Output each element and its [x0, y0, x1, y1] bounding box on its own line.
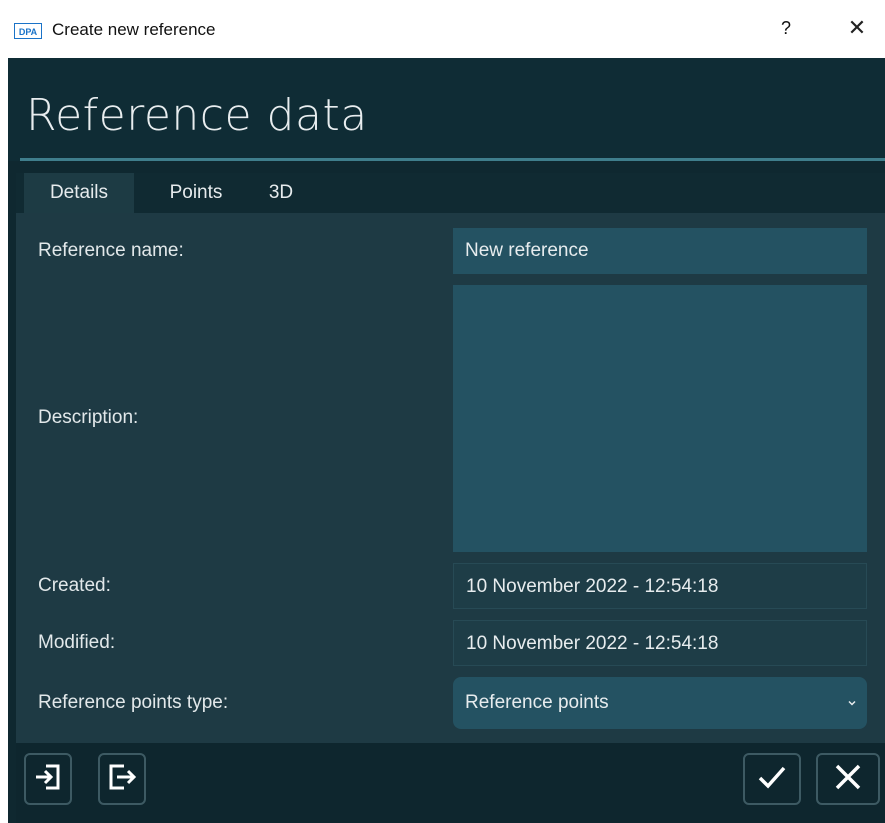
header: Reference data — [8, 58, 885, 161]
reference-points-type-value: Reference points — [465, 692, 609, 713]
created-label: Created: — [38, 575, 111, 596]
app-logo: DPA — [14, 23, 42, 39]
tab-details[interactable]: Details — [24, 173, 134, 213]
export-button[interactable] — [98, 753, 146, 805]
ok-button[interactable] — [743, 753, 801, 805]
chevron-down-icon — [847, 677, 857, 729]
export-icon — [106, 761, 138, 797]
header-divider — [20, 158, 885, 161]
footer-toolbar — [16, 743, 885, 823]
page-title: Reference data — [26, 90, 368, 141]
modified-label: Modified: — [38, 632, 116, 653]
reference-points-type-label: Reference points type: — [38, 692, 229, 713]
reference-points-type-select[interactable]: Reference points — [453, 677, 867, 729]
reference-dialog: Reference data Details Points 3D Referen… — [8, 58, 885, 823]
import-button[interactable] — [24, 753, 72, 805]
window-title: Create new reference — [52, 20, 216, 39]
window-titlebar: DPA Create new reference ? ✕ — [0, 0, 885, 58]
checkmark-icon — [755, 760, 789, 798]
description-textarea[interactable] — [453, 285, 867, 552]
window-close-button[interactable]: ✕ — [846, 16, 868, 41]
tab-points[interactable]: Points — [146, 173, 246, 213]
tab-3d[interactable]: 3D — [256, 173, 306, 213]
cancel-button[interactable] — [816, 753, 880, 805]
import-icon — [32, 761, 64, 797]
description-label: Description: — [38, 407, 139, 428]
modified-field: 10 November 2022 - 12:54:18 — [453, 620, 867, 666]
created-field: 10 November 2022 - 12:54:18 — [453, 563, 867, 609]
reference-name-input[interactable]: New reference — [453, 228, 867, 274]
help-button[interactable]: ? — [776, 18, 796, 39]
tab-bar: Details Points 3D — [16, 173, 885, 213]
close-icon — [831, 760, 865, 798]
reference-name-label: Reference name: — [38, 240, 184, 261]
details-form: Reference name: New reference Descriptio… — [16, 213, 885, 743]
